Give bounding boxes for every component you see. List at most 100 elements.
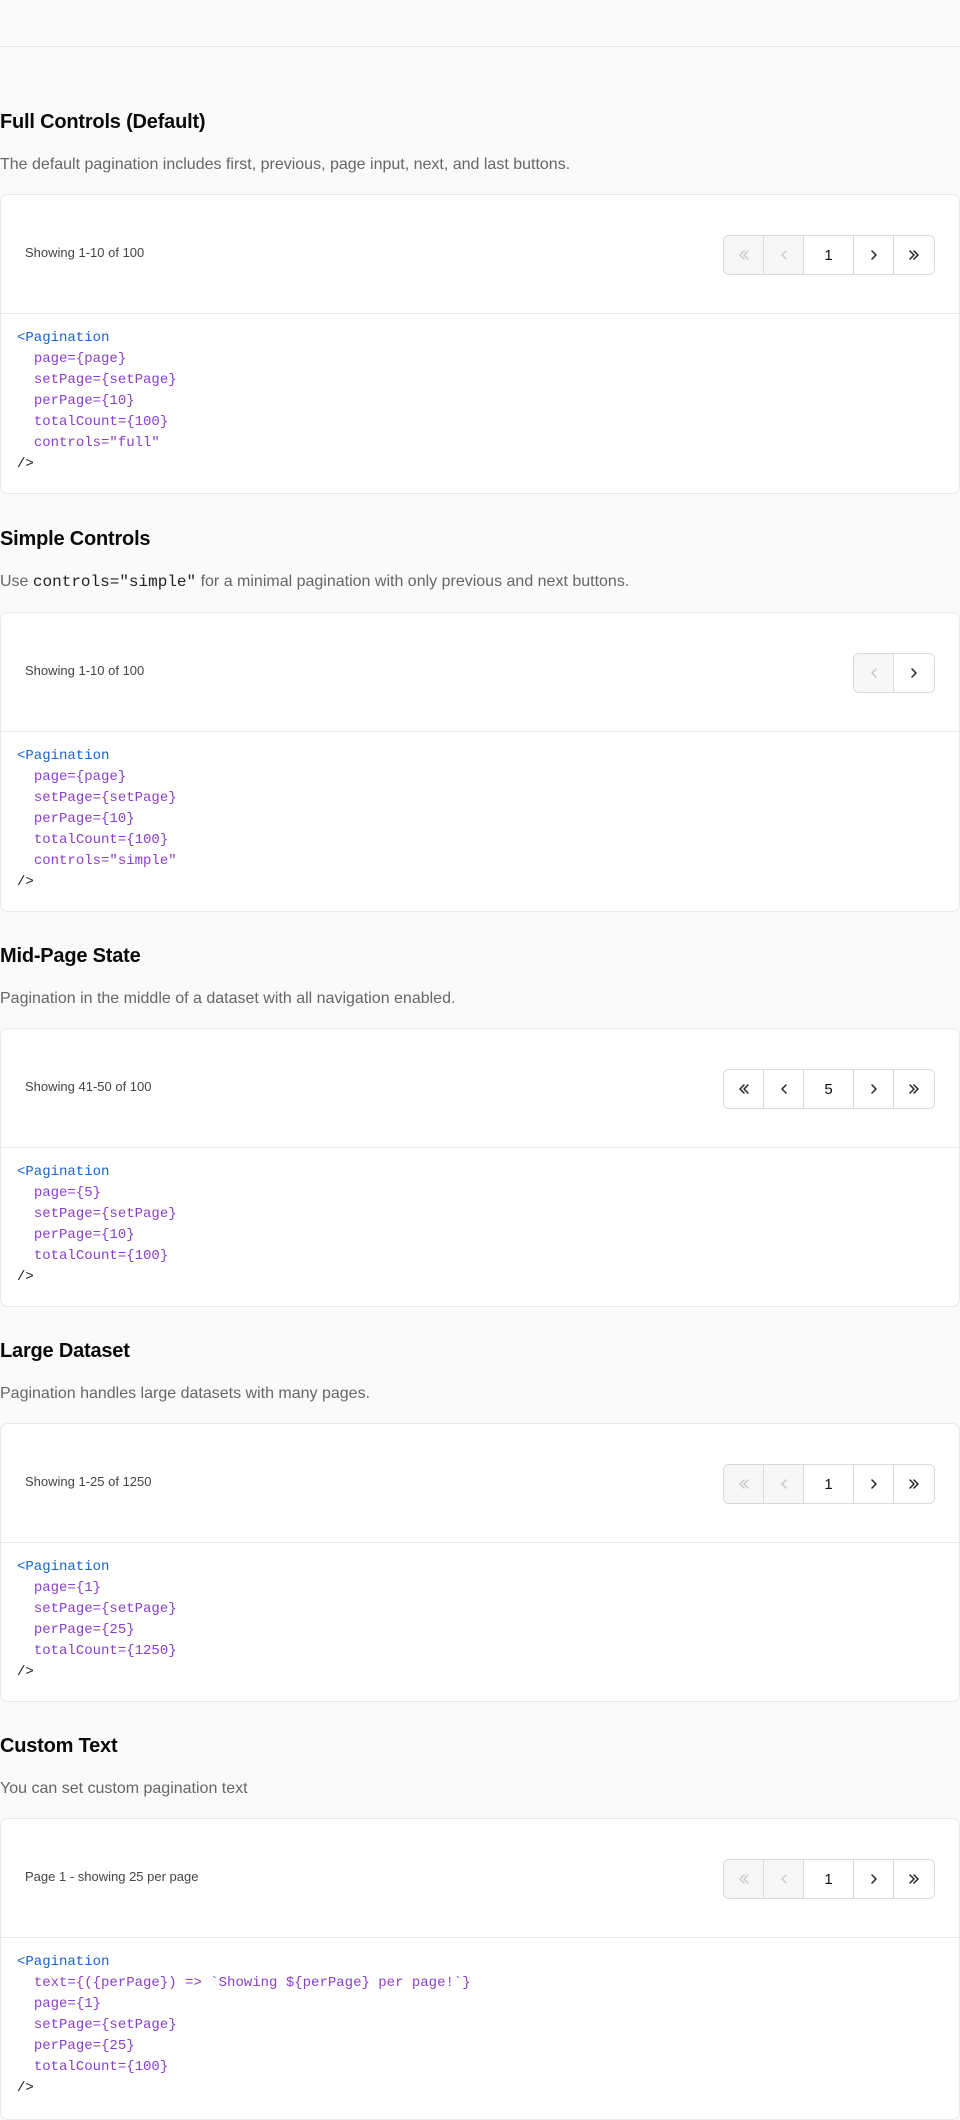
chevron-left-icon: [780, 250, 787, 260]
code-line: setPage={setPage}: [33, 2017, 177, 2033]
code-line: totalCount={1250}: [33, 1643, 177, 1659]
code-line: <Pagination: [17, 1954, 110, 1970]
section-description: The default pagination includes first, p…: [0, 156, 571, 173]
chevron-left-icon: [780, 1874, 787, 1884]
code-line: page={1}: [33, 1580, 102, 1596]
code-line: />: [17, 874, 34, 890]
next-page-button[interactable]: [854, 1465, 894, 1503]
showing-text: Page 1 - showing 25 per page: [25, 1869, 199, 1884]
example-card: Showing 1-25 of 1250 1 <Pagination page=…: [0, 1423, 960, 1702]
code-line: text={({perPage}) => `Showing ${perPage}…: [33, 1975, 471, 1991]
example-card: Showing 41-50 of 100 5 <Pagination page=…: [0, 1028, 960, 1307]
first-page-button[interactable]: [724, 1465, 764, 1503]
last-page-button[interactable]: [894, 236, 934, 274]
first-page-button[interactable]: [724, 236, 764, 274]
page-input[interactable]: 1: [804, 1465, 854, 1503]
chevrons-right-icon: [909, 1084, 919, 1094]
next-page-button[interactable]: [894, 654, 934, 692]
chevron-right-icon: [870, 1084, 877, 1094]
code-line: perPage={25}: [33, 1622, 135, 1638]
page-input[interactable]: 1: [804, 236, 854, 274]
next-page-button[interactable]: [854, 1070, 894, 1108]
code-line: />: [17, 1664, 34, 1680]
code-line: <Pagination: [17, 1559, 110, 1575]
code-line: <Pagination: [17, 1164, 110, 1180]
pagination: 1: [723, 1464, 935, 1504]
code-line: perPage={10}: [33, 393, 135, 409]
description-text: for a minimal pagination with only previ…: [196, 573, 630, 590]
first-page-button[interactable]: [724, 1860, 764, 1898]
code-line: setPage={setPage}: [33, 1601, 177, 1617]
previous-page-button[interactable]: [764, 1070, 804, 1108]
last-page-button[interactable]: [894, 1070, 934, 1108]
chevron-left-icon: [780, 1084, 787, 1094]
section-description: Pagination handles large datasets with m…: [0, 1385, 371, 1402]
showing-text: Showing 41-50 of 100: [25, 1079, 152, 1094]
code-line: controls="simple": [33, 853, 177, 869]
example-card: Showing 1-10 of 100 <Pagination page={pa…: [0, 612, 960, 912]
code-block: <Pagination page={page} setPage={setPage…: [1, 732, 959, 905]
page-input[interactable]: 1: [804, 1860, 854, 1898]
code-line: totalCount={100}: [33, 414, 169, 430]
page-input[interactable]: 5: [804, 1070, 854, 1108]
chevron-right-icon: [870, 250, 877, 260]
previous-page-button[interactable]: [764, 1860, 804, 1898]
code-line: totalCount={100}: [33, 832, 169, 848]
last-page-button[interactable]: [894, 1465, 934, 1503]
code-line: />: [17, 1269, 34, 1285]
example-card: Showing 1-10 of 100 1 <Pagination page={…: [0, 194, 960, 494]
showing-text: Showing 1-25 of 1250: [25, 1474, 152, 1489]
chevron-right-icon: [870, 1874, 877, 1884]
inline-code: controls="simple": [32, 573, 197, 591]
pagination: 5: [723, 1069, 935, 1109]
previous-page-button[interactable]: [764, 1465, 804, 1503]
description-text: Use: [0, 573, 33, 590]
code-line: perPage={10}: [33, 1227, 135, 1243]
code-line: totalCount={100}: [33, 1248, 169, 1264]
section-description: Use controls="simple" for a minimal pagi…: [0, 573, 629, 591]
chevrons-left-icon: [738, 1874, 749, 1884]
chevron-left-icon: [780, 1479, 787, 1489]
section-title: Mid-Page State: [0, 945, 141, 967]
next-page-button[interactable]: [854, 236, 894, 274]
code-block: <Pagination text={({perPage}) => `Showin…: [1, 1938, 959, 2111]
first-page-button[interactable]: [724, 1070, 764, 1108]
preview-area: Showing 1-25 of 1250 1: [1, 1424, 959, 1543]
pagination: 1: [723, 235, 935, 275]
section-title: Custom Text: [0, 1735, 118, 1757]
section-description: Pagination in the middle of a dataset wi…: [0, 990, 456, 1007]
code-line: setPage={setPage}: [33, 372, 177, 388]
last-page-button[interactable]: [894, 1860, 934, 1898]
section-title: Large Dataset: [0, 1340, 130, 1362]
code-line: page={1}: [33, 1996, 102, 2012]
previous-page-button[interactable]: [764, 236, 804, 274]
example-card: Page 1 - showing 25 per page 1 <Paginati…: [0, 1818, 960, 2120]
code-line: <Pagination: [17, 748, 110, 764]
code-line: />: [17, 2080, 34, 2096]
code-block: <Pagination page={5} setPage={setPage} p…: [1, 1148, 959, 1300]
code-line: controls="full": [33, 435, 160, 451]
chevron-right-icon: [870, 1479, 877, 1489]
code-line: setPage={setPage}: [33, 790, 177, 806]
code-line: page={page}: [33, 769, 127, 785]
code-line: <Pagination: [17, 330, 110, 346]
section-title: Full Controls (Default): [0, 111, 206, 133]
code-line: setPage={setPage}: [33, 1206, 177, 1222]
section-description: You can set custom pagination text: [0, 1780, 248, 1797]
preview-area: Showing 1-10 of 100: [1, 613, 959, 732]
code-line: perPage={25}: [33, 2038, 135, 2054]
previous-page-button[interactable]: [854, 654, 894, 692]
code-line: page={page}: [33, 351, 127, 367]
chevron-left-icon: [870, 668, 877, 678]
code-line: />: [17, 456, 34, 472]
chevrons-right-icon: [909, 1874, 919, 1884]
top-bar: [0, 0, 960, 47]
code-line: totalCount={100}: [33, 2059, 169, 2075]
pagination: 1: [723, 1859, 935, 1899]
chevron-right-icon: [911, 668, 917, 678]
showing-text: Showing 1-10 of 100: [25, 663, 145, 678]
code-block: <Pagination page={page} setPage={setPage…: [1, 314, 959, 487]
chevrons-left-icon: [738, 1479, 749, 1489]
next-page-button[interactable]: [854, 1860, 894, 1898]
preview-area: Page 1 - showing 25 per page 1: [1, 1819, 959, 1938]
